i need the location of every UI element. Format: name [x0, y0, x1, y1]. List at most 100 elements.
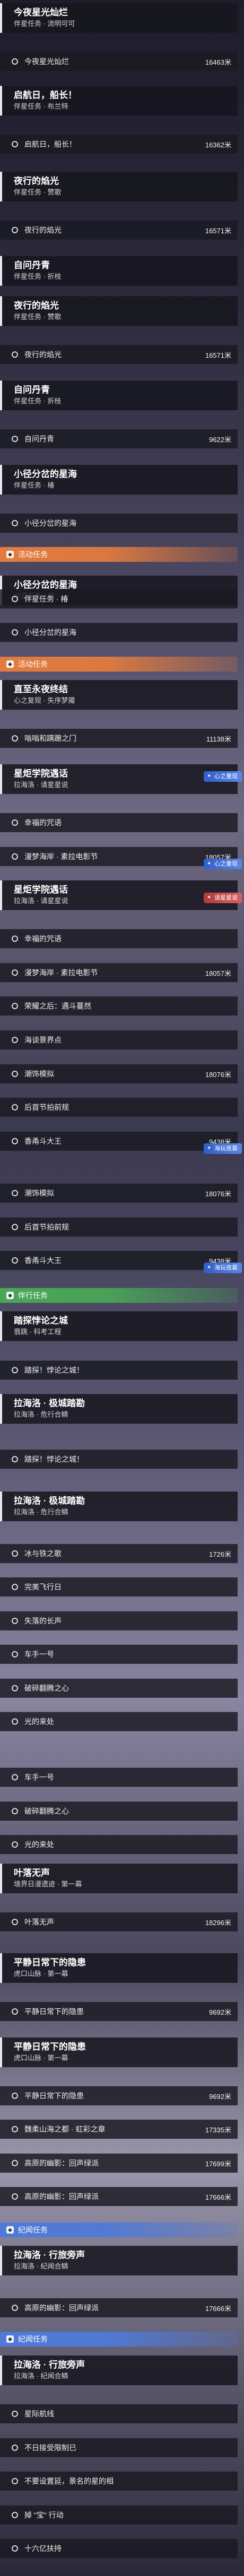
quest-step[interactable]: 潮饰模拟 18076米 — [0, 1064, 238, 1083]
quest-step[interactable]: 破碎翻腾之心 — [0, 1802, 238, 1821]
step-circle-icon — [12, 1003, 18, 1009]
quest-step[interactable]: 启航日，船长！ 16362米 — [0, 135, 238, 154]
step-circle-icon — [12, 2305, 18, 2311]
quest-step[interactable]: 夜行的焰光 16571米 — [0, 345, 238, 364]
section-label: 纪闻任务 — [18, 2226, 48, 2234]
step-label: 车手一号 — [24, 1650, 54, 1658]
section-header[interactable]: ◆ 伴行任务 — [0, 1288, 238, 1303]
quest-step[interactable]: 平静日常下的隐患 9692米 — [0, 2002, 238, 2021]
quest-header[interactable]: 拉海洛 · 行旅旁声 拉海洛 · 纪闻合鳞 — [0, 2356, 238, 2385]
quest-header[interactable]: 叶落无声 境界日漫遗迹 · 第一幕 — [0, 1864, 238, 1893]
region-badge: 海玩夜募 — [204, 1143, 242, 1154]
quest-subtitle: 境界日漫遗迹 · 第一幕 — [14, 1880, 82, 1888]
quest-title: 拉海洛 · 极城踏勘 — [14, 1398, 85, 1408]
quest-step[interactable]: 高原的幽影：回声绿派 17666米 — [0, 2187, 238, 2206]
quest-step[interactable]: 夜行的焰光 16571米 — [0, 220, 238, 240]
quest-header[interactable]: 启航日，船长！ 伴星任务 · 布兰特 — [0, 86, 238, 116]
quest-step[interactable]: 漫梦海岸 · 素拉电影节 18057米 — [0, 963, 238, 982]
quest-header[interactable]: 今夜星光灿烂 伴星任务 · 流明可可 — [0, 3, 238, 33]
quest-header[interactable]: 踏探悖论之城 翡跳 · 科考工程 — [0, 1311, 238, 1341]
quest-step[interactable]: 嗡嗡和蹒跚之门 11138米 — [0, 729, 238, 748]
quest-step[interactable]: 高原的幽影：回声绿派 17699米 — [0, 2154, 238, 2173]
region-badge: 请星星说 — [204, 893, 242, 903]
quest-step[interactable]: 踏探！悖论之城！ — [0, 1450, 238, 1469]
quest-step[interactable]: 伴星任务 · 椿 — [0, 589, 238, 608]
step-distance: 9692米 — [209, 2008, 231, 2016]
quest-step[interactable]: 幸福的咒语 — [0, 929, 238, 948]
quest-step[interactable]: 漫梦海岸 · 素拉电影节 18057米 — [0, 847, 238, 866]
quest-step[interactable]: 后首节拍前规 — [0, 1098, 238, 1117]
section-header[interactable]: ◆ 纪闻任务 — [0, 2332, 238, 2346]
quest-step[interactable]: 香甬斗大王 9438米 — [0, 1251, 238, 1270]
section-header[interactable]: ◆ 活动任务 — [0, 657, 238, 672]
quest-header[interactable]: 拉海洛 · 行旅旁声 拉海洛 · 纪闻合鳞 — [0, 2246, 238, 2275]
quest-header[interactable]: 拉海洛 · 极城踏勘 拉海洛 · 危行合鳞 — [0, 1394, 238, 1424]
quest-step[interactable]: 车手一号 — [0, 1645, 238, 1664]
quest-header[interactable]: 夜行的焰光 伴星任务 · 赞歌 — [0, 296, 238, 326]
step-label: 冰与铁之歌 — [24, 1549, 62, 1558]
step-distance: 17666米 — [205, 2304, 231, 2313]
step-circle-icon — [12, 2478, 18, 2484]
step-distance: 1726米 — [209, 1550, 231, 1558]
quest-title: 自问丹青 — [14, 260, 50, 270]
quest-subtitle: 心之复现 · 失序梦魇 — [14, 696, 75, 704]
quest-step[interactable]: 高原的幽影：回声绿派 17666米 — [0, 2298, 238, 2317]
quest-step[interactable]: 不要设置延，景名的星的相 — [0, 2472, 238, 2491]
quest-step[interactable]: 平静日常下的隐患 9692米 — [0, 2086, 238, 2105]
step-circle-icon — [12, 2411, 18, 2417]
step-label: 小径分岔的星海 — [24, 628, 76, 637]
quest-step[interactable]: 小径分岔的星海 — [0, 623, 238, 642]
step-label: 破碎翻腾之心 — [24, 1807, 69, 1815]
quest-header[interactable]: 夜行的焰光 伴星任务 · 赞歌 — [0, 172, 238, 201]
quest-header[interactable]: 平静日常下的隐患 虎口山脉 · 第一幕 — [0, 2037, 238, 2067]
quest-step[interactable]: 魏柔山海之都 · 虹彩之章 17335米 — [0, 2120, 238, 2139]
quest-step[interactable]: 自问丹青 9622米 — [0, 429, 238, 448]
quest-header[interactable]: 直至永夜终结 心之复现 · 失序梦魇 — [0, 680, 238, 710]
quest-step[interactable]: 荣耀之后：遇斗蔓然 — [0, 996, 238, 1016]
step-label: 十六亿扶持 — [24, 2544, 62, 2553]
quest-step[interactable]: 星际航线 — [0, 2404, 238, 2423]
quest-step[interactable]: 光的来处 — [0, 1712, 238, 1731]
step-circle-icon — [12, 1808, 18, 1814]
quest-step[interactable]: 叶落无声 18296米 — [0, 1912, 238, 1931]
quest-step[interactable]: 十六亿扶持 — [0, 2539, 238, 2558]
section-header[interactable]: ◆ 纪闻任务 — [0, 2222, 238, 2237]
step-circle-icon — [12, 2512, 18, 2518]
quest-step[interactable]: 失落的长声 — [0, 1611, 238, 1630]
section-label: 纪闻任务 — [18, 2335, 48, 2343]
section-header[interactable]: ◆ 活动任务 — [0, 547, 238, 562]
quest-step[interactable]: 香甬斗大王 9438米 — [0, 1132, 238, 1151]
step-label: 香甬斗大王 — [24, 1137, 62, 1145]
quest-step[interactable]: 完美飞行日 — [0, 1577, 238, 1596]
quest-header[interactable]: 拉海洛 · 极城踏勘 拉海洛 · 危行合鳞 — [0, 1492, 238, 1521]
quest-step[interactable]: 后首节拍前规 — [0, 1218, 238, 1237]
step-circle-icon — [12, 853, 18, 860]
quest-step[interactable]: 车手一号 — [0, 1768, 238, 1787]
quest-header[interactable]: 星炬学院遇话 拉海洛 · 请星星说 — [0, 764, 238, 794]
step-label: 车手一号 — [24, 1773, 54, 1781]
step-circle-icon — [12, 2445, 18, 2451]
quest-step[interactable]: 潮饰模拟 18076米 — [0, 1184, 238, 1203]
quest-title: 拉海洛 · 极城踏勘 — [14, 1496, 85, 1506]
step-circle-icon — [12, 1104, 18, 1110]
quest-step[interactable]: 幸福的咒语 — [0, 813, 238, 832]
quest-step[interactable]: 光的来处 — [0, 1835, 238, 1854]
step-label: 不日接受限制已 — [24, 2443, 76, 2452]
quest-header[interactable]: 星炬学院遇话 拉海洛 · 请星星说 — [0, 880, 238, 910]
quest-header[interactable]: 小径分岔的星海伴星任务 · 椿 — [0, 465, 238, 495]
quest-step[interactable]: 小径分岔的星海 — [0, 514, 238, 533]
step-label: 荣耀之后：遇斗蔓然 — [24, 1002, 91, 1010]
quest-step[interactable]: 海谈景界点 — [0, 1030, 238, 1049]
quest-step[interactable]: 掉 "宝" 行动 — [0, 2506, 238, 2525]
quest-step[interactable]: 冰与铁之歌 1726米 — [0, 1544, 238, 1563]
quest-title: 夜行的焰光 — [14, 301, 59, 311]
quest-step[interactable]: 踏探！悖论之城！ — [0, 1361, 238, 1380]
quest-step[interactable]: 今夜星光灿烂 16463米 — [0, 52, 238, 71]
quest-header[interactable]: 自问丹青 伴星任务 · 折枝 — [0, 381, 238, 410]
quest-step[interactable]: 不日接受限制已 — [0, 2438, 238, 2457]
quest-header[interactable]: 平静日常下的隐患 虎口山脉 · 第一幕 — [0, 1953, 238, 1983]
quest-step[interactable]: 破碎翻腾之心 — [0, 1679, 238, 1698]
quest-header[interactable]: 自问丹青 伴星任务 · 折枝 — [0, 256, 238, 286]
step-label: 幸福的咒语 — [24, 818, 62, 827]
step-circle-icon — [12, 1584, 18, 1590]
